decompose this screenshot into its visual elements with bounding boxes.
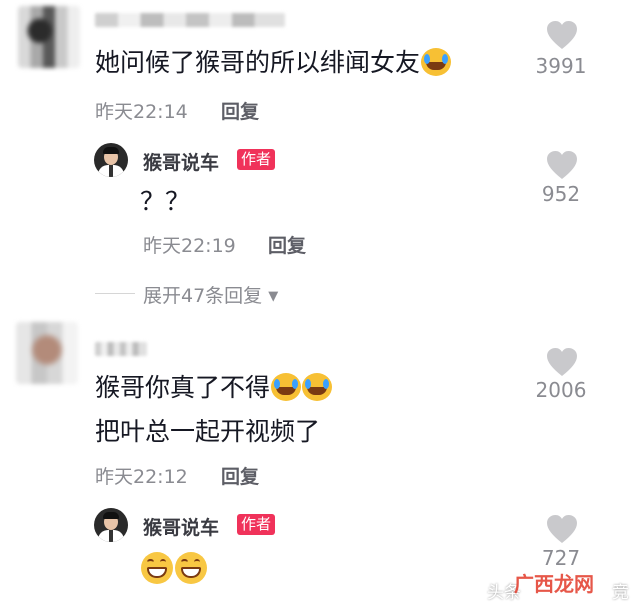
expand-replies-label: 展开47条回复 bbox=[143, 285, 263, 307]
comment-text-content: 猴哥你真了不得 bbox=[95, 373, 271, 402]
tears-of-joy-emoji-icon bbox=[421, 48, 452, 76]
tears-of-joy-emoji-icon bbox=[271, 373, 302, 401]
author-badge: 作者 bbox=[237, 514, 276, 535]
author-avatar[interactable] bbox=[94, 143, 128, 177]
reply-emojis bbox=[141, 552, 209, 588]
reply-text: ？？ bbox=[140, 187, 191, 216]
avatar[interactable] bbox=[16, 322, 78, 384]
reply-button[interactable]: 回复 bbox=[221, 97, 259, 124]
comment-text-content: 她问候了猴哥的所以绯闻女友 bbox=[95, 48, 421, 77]
comment-text-line2: 把叶总一起开视频了 bbox=[95, 417, 321, 446]
comment-text-line1: 猴哥你真了不得 bbox=[95, 372, 333, 404]
divider bbox=[95, 293, 135, 294]
author-badge: 作者 bbox=[237, 149, 276, 170]
heart-icon[interactable] bbox=[546, 20, 578, 50]
reply-button[interactable]: 回复 bbox=[221, 462, 259, 489]
heart-icon[interactable] bbox=[546, 347, 578, 377]
like-count: 727 bbox=[541, 546, 581, 570]
watermark-suffix: 竞 bbox=[612, 583, 629, 603]
like-count: 952 bbox=[541, 182, 581, 206]
comment-timestamp: 昨天22:14 bbox=[95, 101, 188, 123]
avatar[interactable] bbox=[18, 6, 80, 68]
like-count: 2006 bbox=[535, 378, 587, 402]
expand-replies-button[interactable]: 展开47条回复 ▼ bbox=[143, 281, 278, 308]
grinning-emoji-icon bbox=[175, 552, 207, 584]
comment-timestamp: 昨天22:12 bbox=[95, 466, 188, 488]
tears-of-joy-emoji-icon bbox=[302, 373, 333, 401]
reply-button[interactable]: 回复 bbox=[268, 231, 306, 258]
grinning-emoji-icon bbox=[141, 552, 173, 584]
comment-text: 她问候了猴哥的所以绯闻女友 bbox=[95, 47, 452, 79]
author-name[interactable]: 猴哥说车 bbox=[143, 513, 219, 540]
heart-icon[interactable] bbox=[546, 150, 578, 180]
watermark-overlay: 广西龙网 bbox=[514, 572, 594, 596]
username[interactable] bbox=[95, 13, 285, 27]
heart-icon[interactable] bbox=[546, 514, 578, 544]
caret-down-icon: ▼ bbox=[268, 289, 279, 304]
like-count: 3991 bbox=[535, 54, 587, 78]
author-avatar[interactable] bbox=[94, 508, 128, 542]
username[interactable] bbox=[95, 342, 147, 356]
reply-timestamp: 昨天22:19 bbox=[143, 235, 236, 257]
author-name[interactable]: 猴哥说车 bbox=[143, 148, 219, 175]
